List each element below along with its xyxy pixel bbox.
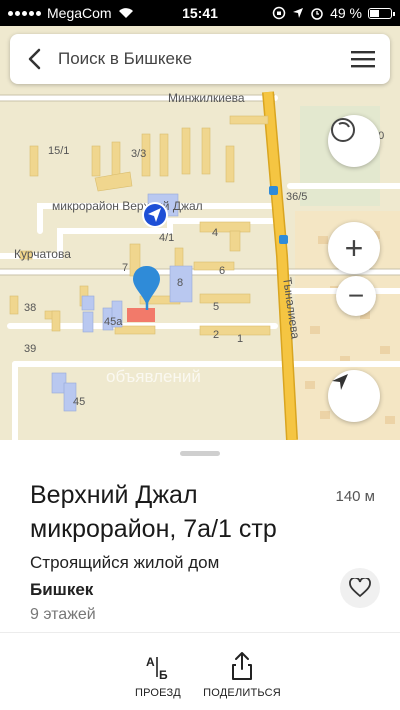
place-city: Бишкек: [30, 580, 94, 599]
compass-icon: [331, 118, 355, 142]
user-location-icon: [142, 202, 168, 228]
place-distance: 140 м: [335, 488, 375, 505]
drag-handle[interactable]: [180, 451, 220, 456]
plus-icon: +: [344, 230, 364, 266]
divider: [0, 632, 400, 633]
house-number: 45а: [104, 316, 123, 328]
battery-percent: 49 %: [330, 5, 362, 21]
house-number: 36/5: [286, 191, 307, 203]
place-type: Строящийся жилой дом: [30, 553, 220, 572]
search-input[interactable]: Поиск в Бишкеке: [58, 49, 336, 69]
svg-text:Б: Б: [159, 668, 168, 681]
map-view[interactable]: Минжилкиева микрорайон Верхний Джал Курч…: [0, 26, 400, 440]
place-title: Верхний Джал микрорайон, 7а/1 стр: [30, 481, 277, 543]
minus-icon: −: [347, 280, 365, 311]
place-card[interactable]: Верхний Джал микрорайон, 7а/1 стр 140 м …: [0, 440, 400, 710]
house-number: 6: [219, 265, 225, 277]
navigation-arrow-icon: [332, 374, 348, 390]
share-button[interactable]: ПОДЕЛИТЬСЯ: [192, 645, 292, 699]
battery-level: [370, 9, 380, 17]
menu-button[interactable]: [336, 34, 390, 84]
svg-text:A: A: [146, 655, 155, 669]
share-icon: [232, 652, 252, 680]
house-number: 2: [213, 329, 219, 341]
house-number: 5: [213, 301, 219, 313]
watermark-text: объявлений: [106, 367, 201, 386]
place-floors: 9 этажей: [30, 606, 96, 623]
location-arrow-icon: [293, 8, 304, 18]
route-icon: A Б: [146, 655, 168, 681]
share-label: ПОДЕЛИТЬСЯ: [203, 687, 281, 699]
alarm-icon: [311, 8, 323, 20]
zoom-in-button[interactable]: +: [328, 222, 380, 274]
house-number: 4/1: [159, 232, 174, 244]
house-number: 38: [24, 302, 36, 314]
my-location-button[interactable]: [328, 370, 380, 422]
zoom-out-button[interactable]: −: [336, 276, 376, 316]
house-number: 15/1: [48, 145, 69, 157]
street-label-minzhilkieva: Минжилкиева: [168, 91, 245, 105]
back-button[interactable]: [10, 34, 58, 84]
house-number: 8: [177, 277, 183, 289]
house-number: 45: [73, 396, 85, 408]
hamburger-menu-icon: [351, 51, 375, 68]
house-number: 1: [237, 333, 243, 345]
house-number: 3/3: [131, 148, 146, 160]
status-bar: MegaCom 15:41 49 %: [0, 0, 400, 26]
chevron-left-icon: [28, 48, 41, 70]
house-number: 7: [122, 262, 128, 274]
house-number: 4: [212, 227, 218, 239]
search-bar[interactable]: Поиск в Бишкеке: [10, 34, 390, 84]
battery-icon: [368, 7, 395, 19]
rotation-lock-icon: [272, 6, 286, 20]
compass-button[interactable]: [328, 115, 380, 167]
street-label-microdistrict: микрорайон Верхний Джал: [52, 199, 203, 213]
house-number: 39: [24, 343, 36, 355]
favorite-button[interactable]: [340, 568, 380, 608]
heart-icon: [349, 578, 371, 598]
street-label-kurchatova: Курчатова: [14, 247, 71, 261]
